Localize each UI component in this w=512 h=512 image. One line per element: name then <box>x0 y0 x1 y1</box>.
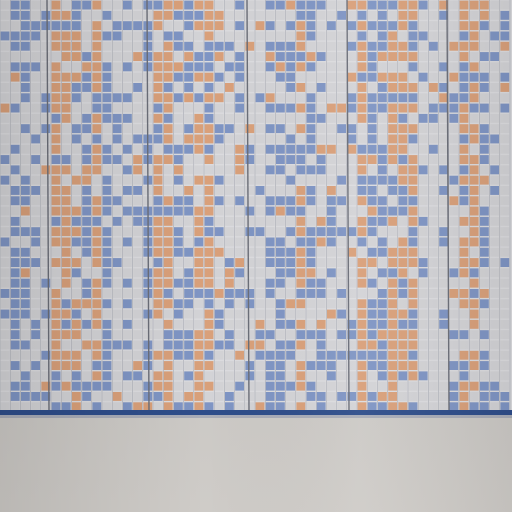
photo <box>0 0 512 512</box>
scene-svg <box>0 0 512 512</box>
lighting-overlay <box>0 0 512 512</box>
